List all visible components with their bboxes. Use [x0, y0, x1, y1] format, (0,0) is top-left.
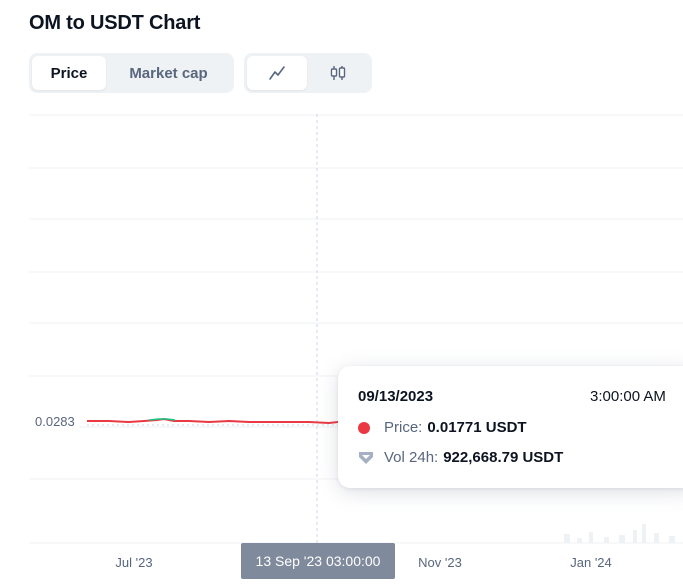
tab-price[interactable]: Price	[32, 56, 106, 90]
tab-market-cap[interactable]: Market cap	[106, 56, 231, 90]
tooltip-volume-label: Vol 24h:	[384, 449, 439, 466]
candlestick-icon	[330, 66, 346, 80]
volume-bars	[564, 524, 675, 543]
tooltip-price-label: Price:	[384, 419, 423, 436]
x-tick-label: Nov '23	[418, 555, 462, 570]
crosshair-time-label: 13 Sep '23 03:00:00	[241, 543, 395, 579]
x-tick-label: Jan '24	[570, 555, 612, 570]
candlestick-view-button[interactable]	[307, 56, 369, 90]
price-dot-icon	[358, 421, 370, 434]
volume-icon	[358, 451, 374, 465]
tooltip-volume-row: Vol 24h: 922,668.79 USDT	[358, 449, 563, 466]
tooltip-volume-value: 922,668.79 USDT	[443, 449, 564, 466]
price-line	[87, 417, 339, 425]
current-price-label: 0.0283	[29, 414, 79, 429]
line-chart-icon	[269, 66, 285, 80]
tooltip-price-value: 0.01771 USDT	[427, 419, 527, 436]
tooltip-time: 3:00:00 AM	[590, 388, 666, 405]
chart-tooltip: 09/13/2023 3:00:00 AM Price: 0.01771 USD…	[338, 366, 683, 488]
view-toggle	[244, 53, 372, 93]
tooltip-price-row: Price: 0.01771 USDT	[358, 419, 527, 436]
x-tick-label: Jul '23	[115, 555, 153, 570]
line-view-button[interactable]	[247, 56, 307, 90]
metric-toggle: Price Market cap	[29, 53, 234, 93]
chart-title: OM to USDT Chart	[29, 12, 201, 34]
tooltip-date: 09/13/2023	[358, 388, 434, 405]
